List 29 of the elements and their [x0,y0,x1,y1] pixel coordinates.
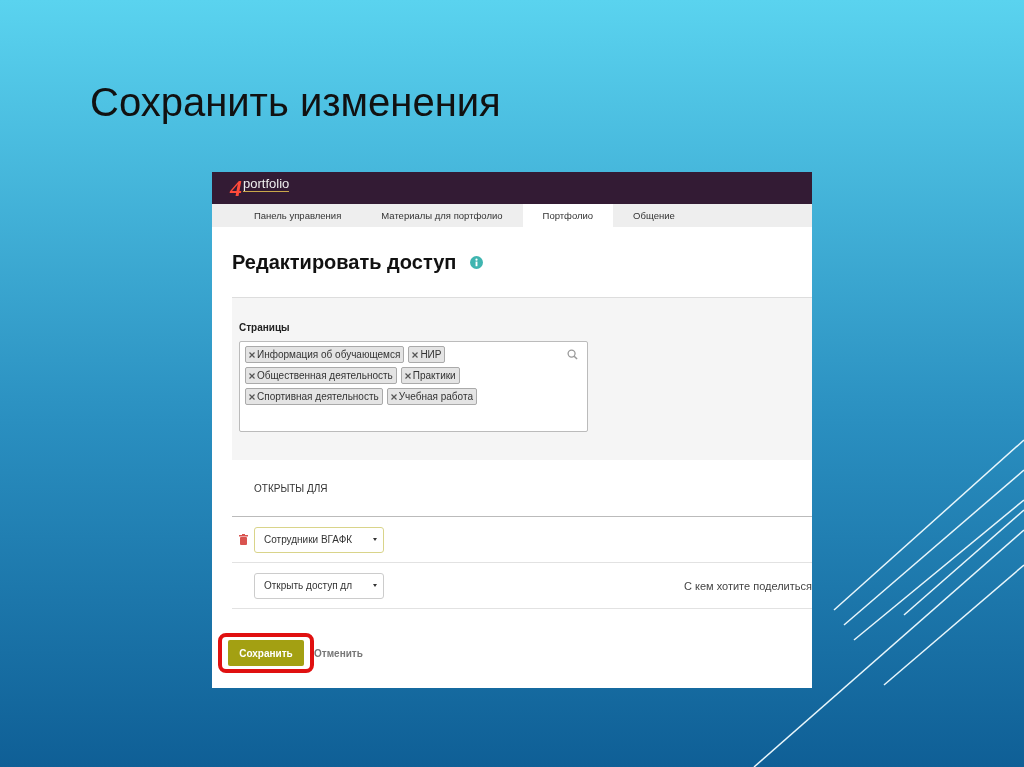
pages-label: Страницы [239,322,291,333]
page-tag[interactable]: Общественная деятельность [245,367,397,384]
remove-icon[interactable] [249,393,255,400]
trash-icon[interactable] [238,534,248,545]
pages-field[interactable]: Информация об обучающемся НИР Общественная деятельность Практики Спортивная деятельность Учебная работа [239,341,588,432]
page-heading: Редактировать доступ [232,250,457,274]
remove-icon[interactable] [390,393,397,400]
remove-icon[interactable] [412,351,419,358]
share-hint: С кем хотите поделиться [684,579,812,592]
access-select[interactable]: Сотрудники ВГАФК [254,526,384,553]
slide-title: Сохранить изменения [90,79,502,126]
nav-tab[interactable]: Материалы для портфолио [361,204,523,227]
cancel-link[interactable]: Отменить [314,647,363,659]
page-tag[interactable]: Спортивная деятельность [245,388,383,405]
access-select[interactable]: Открыть доступ дл [254,572,384,599]
nav-tab[interactable]: Портфолио [522,204,614,227]
remove-icon[interactable] [249,372,255,379]
search-icon[interactable] [567,349,578,360]
caret-icon [373,538,377,541]
page-tag[interactable]: Информация об обучающемся [245,346,405,363]
nav-tab[interactable]: Общение [613,204,695,227]
caret-icon [373,584,377,587]
page-tag[interactable]: Учебная работа [386,388,477,405]
section-heading: ОТКРЫТЫ ДЛЯ [232,460,812,517]
nav-tab[interactable]: Панель управления [234,204,362,227]
page-tag[interactable]: Практики [400,367,460,384]
page-tag[interactable]: НИР [408,346,446,363]
remove-icon[interactable] [249,351,255,358]
remove-icon[interactable] [404,372,411,379]
